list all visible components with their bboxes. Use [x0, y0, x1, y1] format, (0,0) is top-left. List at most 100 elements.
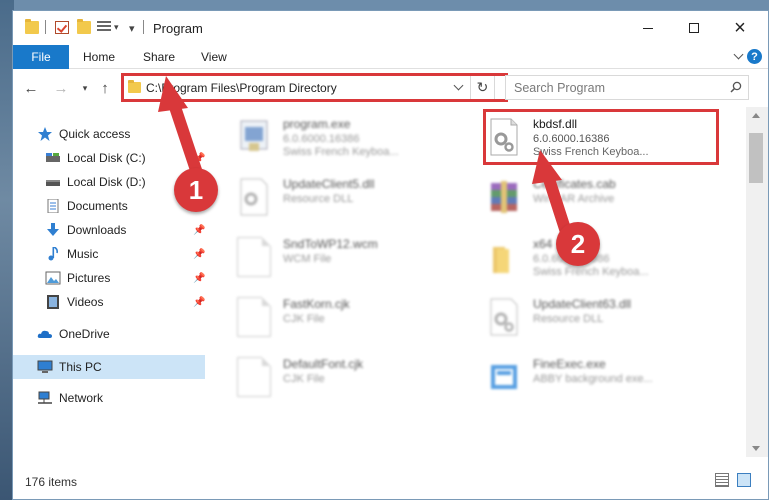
- file-item-updateclient5-dll[interactable]: UpdateClient5.dll Resource DLL: [231, 173, 471, 223]
- download-icon: [47, 223, 59, 236]
- quick-access-separator: [45, 20, 46, 34]
- large-icons-view-icon[interactable]: [737, 473, 751, 487]
- file-description: Swiss French Keyboa...: [283, 146, 399, 158]
- search-icon[interactable]: [730, 81, 742, 93]
- item-count: 176 items: [25, 475, 78, 489]
- minimize-button[interactable]: [625, 11, 671, 45]
- maximize-button[interactable]: [671, 11, 717, 45]
- sidebar-item-videos[interactable]: Videos: [45, 291, 103, 313]
- file-item-fastkorn-cjk[interactable]: FastKorn.cjk CJK File: [231, 293, 471, 343]
- sidebar-item-label: Music: [67, 247, 99, 261]
- pin-icon[interactable]: 📌: [193, 225, 205, 236]
- tab-view[interactable]: View: [201, 45, 227, 69]
- scroll-up-icon[interactable]: [752, 113, 760, 118]
- file-description: CJK File: [283, 373, 325, 385]
- expand-ribbon-icon[interactable]: [733, 49, 744, 60]
- tab-share[interactable]: Share: [143, 45, 175, 69]
- file-description: Resource DLL: [533, 313, 604, 325]
- sidebar-item-documents[interactable]: Documents: [45, 195, 128, 217]
- up-button[interactable]: ↑: [95, 79, 115, 97]
- file-item-fineexec-exe[interactable]: FineExec.exe ABBY background exe...: [481, 353, 721, 403]
- sidebar-item-label: Quick access: [59, 127, 131, 141]
- scrollbar-thumb[interactable]: [749, 133, 763, 183]
- sidebar-item-pictures[interactable]: Pictures: [45, 267, 110, 289]
- forward-button[interactable]: →: [51, 79, 71, 97]
- file-description: Swiss French Keyboa...: [533, 266, 649, 278]
- file-name: FineExec.exe: [533, 357, 606, 371]
- sidebar-item-label: OneDrive: [59, 327, 110, 341]
- file-description: CJK File: [283, 313, 325, 325]
- file-name: UpdateClient5.dll: [283, 177, 375, 191]
- sidebar-item-this-pc[interactable]: This PC: [37, 356, 102, 378]
- sidebar-item-music[interactable]: Music: [45, 243, 98, 265]
- customize-toolbar-icon[interactable]: [97, 21, 111, 34]
- file-name: FastKorn.cjk: [283, 297, 350, 311]
- title-bar: ▾ ▾ Program ×: [13, 11, 768, 45]
- help-icon[interactable]: ?: [747, 49, 762, 64]
- sidebar-item-label: Downloads: [67, 223, 127, 237]
- new-folder-icon[interactable]: [77, 19, 91, 34]
- close-icon: ×: [734, 16, 746, 39]
- star-icon: [38, 127, 52, 141]
- search-placeholder[interactable]: Search Program: [514, 81, 605, 95]
- pin-icon[interactable]: 📌: [193, 297, 205, 308]
- file-item-program-exe[interactable]: program.exe 6.0.6000.16386 Swiss French …: [231, 113, 471, 163]
- arrow-left-icon: ←: [23, 79, 39, 97]
- file-item-certificates-cab[interactable]: Certificates.cab WinRAR Archive: [481, 173, 721, 223]
- file-description: Resource DLL: [283, 193, 354, 205]
- sidebar-item-label: Videos: [67, 295, 104, 309]
- file-item-updateclient63-dll[interactable]: UpdateClient63.dll Resource DLL: [481, 293, 721, 343]
- navigation-pane: Quick access Local Disk (C:) 📌 Local Dis…: [13, 107, 211, 457]
- file-explorer-window: ▾ ▾ Program × File Home Share View ? ← →…: [12, 10, 769, 500]
- file-item-defaultfont-cjk[interactable]: DefaultFont.cjk CJK File: [231, 353, 471, 403]
- file-name: SndToWP12.wcm: [283, 237, 378, 251]
- sidebar-item-label: Network: [59, 391, 104, 405]
- properties-check-icon[interactable]: [55, 21, 69, 34]
- arrow-up-icon: ↑: [101, 79, 109, 97]
- navigation-bar: ← → ▾ ↑ C:\Program Files\Program Directo…: [13, 69, 768, 107]
- window-title: Program: [153, 21, 203, 36]
- sidebar-item-network[interactable]: Network: [37, 387, 103, 409]
- sidebar-item-onedrive[interactable]: OneDrive: [37, 323, 110, 345]
- videos-icon: [47, 295, 59, 309]
- documents-icon: [47, 199, 59, 213]
- sidebar-item-local-disk-d[interactable]: Local Disk (D:): [45, 171, 146, 193]
- chevron-down-icon[interactable]: ▾: [129, 22, 135, 35]
- pin-icon[interactable]: 📌: [193, 249, 205, 260]
- title-separator: [143, 20, 144, 34]
- folder-icon: [25, 19, 39, 34]
- sidebar-item-label: This PC: [59, 360, 102, 374]
- music-icon: [48, 247, 58, 261]
- file-item-sndtowp12-wcm[interactable]: SndToWP12.wcm WCM File: [231, 233, 471, 283]
- step-marker-2: 2: [556, 222, 600, 266]
- file-icon: [237, 357, 271, 397]
- pin-icon[interactable]: 📌: [193, 153, 205, 164]
- sidebar-item-downloads[interactable]: Downloads: [45, 219, 126, 241]
- chevron-down-icon[interactable]: ▾: [114, 22, 119, 33]
- drive-icon: [46, 180, 60, 186]
- sidebar-item-quick-access[interactable]: Quick access: [37, 123, 130, 145]
- details-view-icon[interactable]: [715, 473, 729, 487]
- search-box[interactable]: Search Program: [505, 75, 749, 100]
- status-bar: 176 items: [13, 457, 768, 499]
- dll-gear-icon: [490, 298, 518, 336]
- file-item-x64-folder[interactable]: x64 6.0.6000.16386 Swiss French Keyboa..…: [481, 233, 721, 283]
- file-description: ABBY background exe...: [533, 373, 653, 385]
- close-button[interactable]: ×: [717, 11, 763, 45]
- vertical-scrollbar[interactable]: [746, 107, 768, 457]
- tab-home[interactable]: Home: [83, 45, 115, 69]
- recent-locations-button[interactable]: ▾: [75, 79, 95, 97]
- file-highlight-box: [483, 109, 719, 165]
- sidebar-item-label: Pictures: [67, 271, 111, 285]
- file-icon: [237, 297, 271, 337]
- exe-icon: [240, 120, 268, 151]
- back-button[interactable]: ←: [21, 79, 41, 97]
- ribbon-tabs: File Home Share View ?: [13, 45, 768, 69]
- sidebar-item-local-disk-c[interactable]: Local Disk (C:): [45, 147, 146, 169]
- maximize-icon: [689, 23, 699, 33]
- chevron-down-icon: ▾: [82, 82, 88, 93]
- scroll-down-icon[interactable]: [752, 446, 760, 451]
- tab-file[interactable]: File: [13, 45, 69, 69]
- pin-icon[interactable]: 📌: [193, 273, 205, 284]
- folder-icon: [493, 247, 509, 273]
